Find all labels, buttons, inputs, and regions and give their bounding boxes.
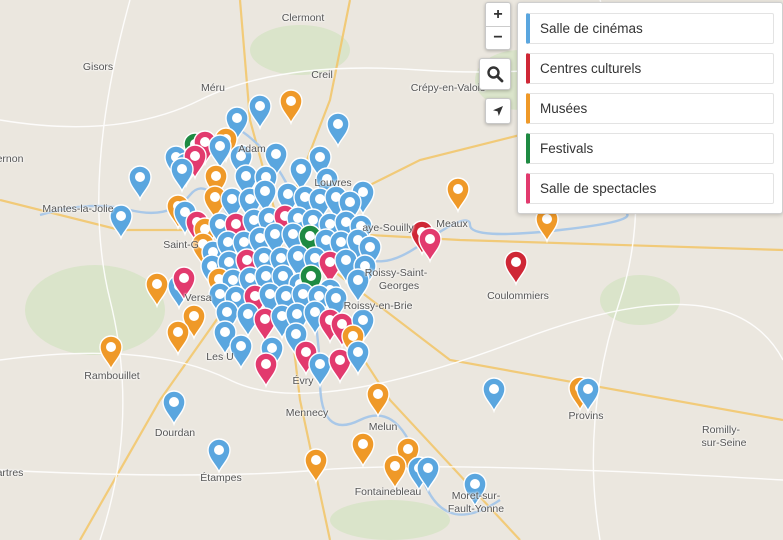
zoom-in-button[interactable]: + [486,4,510,26]
locate-button[interactable] [485,98,511,124]
town-label: Mennecy [285,407,329,419]
town-label: Romilly- [702,424,740,436]
legend-item-cultural-centers[interactable]: Centres culturels [526,53,774,84]
town-label: Roissy-Saint- [364,267,428,279]
legend-item-label: Centres culturels [540,61,642,76]
legend-item-label: Salle de spectacles [540,181,657,196]
town-label: Georges [378,280,420,292]
location-arrow-icon [493,106,503,116]
town-label: Dourdan [154,427,196,439]
town-label: Creil [311,69,333,81]
town-label: Fault-Yonne [447,503,505,515]
town-label: Les U [206,351,234,363]
zoom-control: + − [485,2,511,50]
town-label: Gisors [82,61,114,73]
legend-item-museums[interactable]: Musées [526,93,774,124]
town-label: Adam [238,143,266,155]
town-label: Fontainebleau [354,486,422,498]
town-label: Méru [201,82,225,94]
town-label: artres [0,467,24,479]
town-label: Provins [568,410,604,422]
town-label: Crépy-en-Valois [410,82,486,94]
town-label: Saint-G [163,239,199,251]
legend-item-label: Festivals [540,141,594,156]
town-label: Clermont [281,12,325,24]
town-label: aye-Souilly [362,222,414,234]
legend-item-label: Musées [540,101,588,116]
town-label: Rambouillet [84,370,140,382]
legend-item-cinemas[interactable]: Salle de cinémas [526,13,774,44]
town-label: Melun [368,421,398,433]
town-label: Évry [292,375,314,387]
search-icon [487,66,504,83]
legend-item-festivals[interactable]: Festivals [526,133,774,164]
town-label: Moret-sur- [451,490,501,502]
town-label: Étampes [200,472,242,484]
town-label: sur-Seine [701,437,747,449]
search-button[interactable] [479,58,511,90]
legend-panel: Salle de cinémas Centres culturels Musée… [517,2,783,214]
town-label: Coulommiers [487,290,549,302]
town-label: ernon [0,153,24,165]
town-label: Mantes-la-Jolie [42,203,114,215]
town-label: Roissy-en-Brie [343,300,413,312]
town-label: Versa [184,292,212,304]
zoom-out-button[interactable]: − [486,25,510,49]
town-label: Louvres [314,177,352,189]
legend-item-shows[interactable]: Salle de spectacles [526,173,774,204]
legend-item-label: Salle de cinémas [540,21,643,36]
town-label: Meaux [436,218,468,230]
